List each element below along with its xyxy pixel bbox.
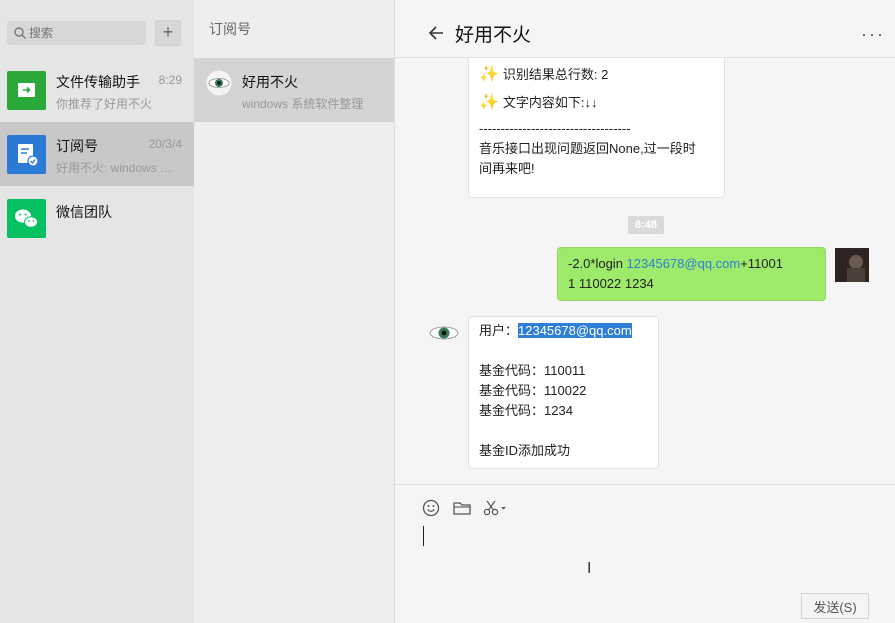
message-line: 基金代码：1234 — [479, 403, 573, 418]
search-icon — [14, 27, 26, 39]
sparkle-icon: ✨ — [479, 94, 499, 111]
message-bubble-received[interactable]: 用户：12345678@qq.com 基金代码：110011 基金代码：1100… — [468, 316, 659, 469]
add-contact-button[interactable]: + — [155, 20, 181, 46]
emoji-icon[interactable] — [422, 499, 442, 517]
message-line: ✨ 文字内容如下:↓↓ — [479, 94, 598, 111]
search-box[interactable] — [7, 21, 146, 45]
message-bubble-received[interactable]: ✨ 识别结果总行数: 2 ✨ 文字内容如下:↓↓ -----------------… — [468, 58, 725, 198]
conversation-time: 8:29 — [158, 73, 182, 87]
conversation-name: 文件传输助手 — [56, 74, 140, 90]
back-arrow-icon[interactable] — [427, 24, 445, 42]
subscription-list: 订阅号 好用不火 windows 系统软件整理 — [194, 0, 395, 623]
eye-avatar-icon — [206, 70, 232, 96]
subscription-icon — [7, 135, 46, 174]
message-line: 基金ID添加成功 — [479, 443, 571, 458]
conversation-sidebar: + 文件传输助手 8:29 你推荐了好用不火 订阅号 20/3/4 好用不火: … — [0, 0, 194, 623]
text-caret — [423, 526, 424, 546]
message-list[interactable]: ✨ 识别结果总行数: 2 ✨ 文字内容如下:↓↓ -----------------… — [395, 58, 895, 484]
message-line: 间再来吧! — [479, 161, 535, 176]
message-timestamp: 8:48 — [628, 216, 664, 234]
subscription-preview: windows 系统软件整理 — [242, 97, 364, 111]
message-line: 音乐接口出现问题返回None,过一段时 — [479, 141, 696, 156]
conversation-time: 20/3/4 — [148, 137, 182, 151]
message-divider: ----------------------------------- — [479, 121, 631, 136]
conversation-preview: 你推荐了好用不火 — [56, 97, 153, 111]
conversation-wechat-team[interactable]: 微信团队 — [0, 186, 194, 250]
selected-email[interactable]: 12345678@qq.com — [518, 323, 632, 338]
chat-title: 好用不火 — [455, 25, 532, 46]
subscription-item[interactable]: 好用不火 windows 系统软件整理 — [194, 58, 394, 122]
sparkle-icon: ✨ — [479, 66, 499, 83]
email-link[interactable]: 12345678@qq.com — [627, 256, 741, 271]
conversation-file-transfer[interactable]: 文件传输助手 8:29 你推荐了好用不火 — [0, 58, 194, 122]
conversation-subscriptions[interactable]: 订阅号 20/3/4 好用不火: windows 系统软件整理 — [0, 122, 194, 186]
screenshot-scissors-icon[interactable] — [483, 499, 509, 517]
message-bubble-sent[interactable]: -2.0*login 12345678@qq.com+11001 1 11002… — [557, 247, 826, 301]
message-line: 1 110022 1234 — [568, 276, 654, 291]
subscription-list-title: 订阅号 — [209, 21, 251, 37]
search-input[interactable] — [29, 24, 141, 42]
wechat-logo-icon — [7, 199, 46, 238]
chat-panel: 好用不火 ··· ✨ 识别结果总行数: 2 ✨ 文字内容如下:↓↓ --------… — [395, 0, 895, 623]
conversation-preview: 好用不火: windows 系统软件整理 — [56, 161, 184, 175]
message-line: ✨ 识别结果总行数: 2 — [479, 66, 609, 83]
message-composer: I 发送(S) — [395, 484, 895, 623]
message-line: -2.0*login 12345678@qq.com+11001 — [568, 256, 783, 271]
file-transfer-icon — [7, 71, 46, 110]
conversation-name: 微信团队 — [56, 204, 112, 220]
subscription-name: 好用不火 — [242, 74, 298, 90]
message-line: 基金代码：110022 — [479, 383, 587, 398]
user-avatar[interactable] — [835, 248, 869, 282]
conversation-name: 订阅号 — [56, 138, 98, 154]
send-button[interactable]: 发送(S) — [801, 593, 869, 619]
eye-avatar-icon[interactable] — [427, 316, 461, 350]
ibeam-cursor: I — [587, 560, 592, 577]
chat-header: 好用不火 ··· — [395, 0, 895, 58]
message-line: 基金代码：110011 — [479, 363, 586, 378]
more-options-icon[interactable]: ··· — [861, 25, 885, 43]
folder-icon[interactable] — [452, 499, 472, 517]
message-line: 用户：12345678@qq.com — [479, 323, 632, 338]
